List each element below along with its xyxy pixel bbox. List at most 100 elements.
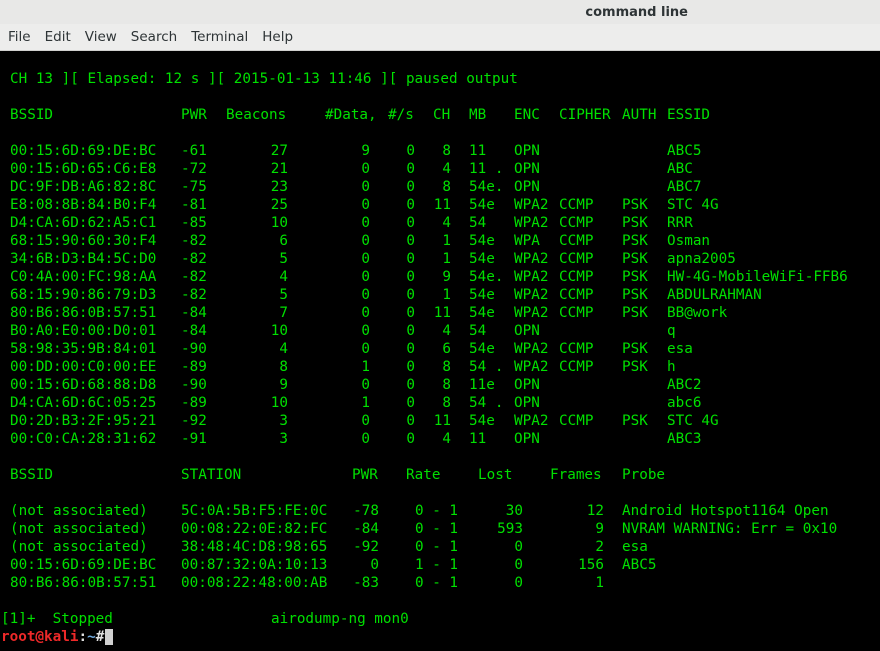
ap-cell-beacons: 3: [279, 413, 288, 429]
ap-cell-pwr: -81: [181, 197, 207, 213]
ap-cell-bssid: 68:15:90:60:30:F4: [10, 233, 157, 249]
ap-cell-beacons: 10: [270, 395, 288, 411]
sta-row: (not associated) 00:08:22:0E:82:FC -84 0 - …: [0, 520, 880, 538]
ap-cell-ch: 9: [442, 269, 451, 285]
ap-cell-enc: WPA2: [514, 305, 549, 321]
sta-header-probe: Probe: [622, 467, 666, 483]
ap-cell-pwr: -82: [181, 233, 207, 249]
ap-cell-rate: 0: [406, 431, 415, 447]
ap-header-beacons: Beacons: [226, 107, 287, 123]
ap-cell-pwr: -90: [181, 377, 207, 393]
ap-cell-pwr: -92: [181, 413, 207, 429]
ap-cell-essid: abc6: [667, 395, 702, 411]
ap-row: 68:15:90:60:30:F4 -82 6 0 0 1 54e WPA CCMP PSK Osm…: [0, 232, 880, 250]
ap-cell-enc: WPA: [514, 233, 540, 249]
ap-cell-ch: 4: [442, 161, 451, 177]
ap-cell-enc: WPA2: [514, 341, 549, 357]
ap-cell-data: 0: [361, 161, 370, 177]
ap-cell-mb: 54e: [469, 233, 495, 249]
window-title: command line: [585, 4, 688, 20]
ap-cell-pwr: -89: [181, 359, 207, 375]
sta-header-pwr: PWR: [352, 467, 378, 483]
sta-cell-station: 38:48:4C:D8:98:65: [181, 539, 328, 555]
ap-cell-data: 1: [361, 395, 370, 411]
ap-cell-cipher: CCMP: [559, 251, 594, 267]
menu-search[interactable]: Search: [124, 24, 184, 51]
ap-cell-data: 0: [361, 197, 370, 213]
ap-cell-data: 0: [361, 341, 370, 357]
ap-cell-essid: STC 4G: [667, 197, 719, 213]
ap-cell-bssid: D0:2D:B3:2F:95:21: [10, 413, 157, 429]
ap-cell-data: 0: [361, 431, 370, 447]
ap-cell-mb: 54: [469, 323, 487, 339]
ap-cell-mb: 11: [469, 431, 487, 447]
sta-cell-bssid: 00:15:6D:69:DE:BC: [10, 557, 157, 573]
ap-cell-beacons: 4: [279, 341, 288, 357]
ap-cell-auth: PSK: [622, 413, 648, 429]
sta-cell-lost: 0: [514, 539, 523, 555]
ap-cell-ch: 1: [442, 233, 451, 249]
shell-prompt[interactable]: root@kali:~#: [1, 628, 114, 646]
ap-cell-data: 9: [361, 143, 370, 159]
ap-cell-rate: 0: [406, 377, 415, 393]
ap-cell-beacons: 5: [279, 251, 288, 267]
ap-cell-essid: HW-4G-MobileWiFi-FFB6: [667, 269, 848, 285]
ap-cell-rate: 0: [406, 413, 415, 429]
menu-view[interactable]: View: [78, 24, 124, 51]
ap-cell-mb: 11e: [469, 377, 495, 393]
ap-cell-pwr: -85: [181, 215, 207, 231]
ap-cell-bssid: 80:B6:86:0B:57:51: [10, 305, 157, 321]
ap-cell-rate: 0: [406, 395, 415, 411]
ap-cell-auth: PSK: [622, 251, 648, 267]
ap-cell-mb: 54 .: [469, 395, 504, 411]
sta-header-row: BSSID STATION PWR Rate Lost Frames Probe: [0, 466, 880, 484]
sta-cell-rate: 1 - 1: [415, 557, 459, 573]
ap-row: B0:A0:E0:00:D0:01 -84 10 0 0 4 54 OPN q: [0, 322, 880, 340]
ap-cell-essid: ABC2: [667, 377, 702, 393]
ap-row: 00:DD:00:C0:00:EE -89 8 1 0 8 54 . WPA2 CCMP PSK h: [0, 358, 880, 376]
menu-terminal[interactable]: Terminal: [184, 24, 255, 51]
ap-cell-essid: ABC3: [667, 431, 702, 447]
ap-row: E8:08:8B:84:B0:F4 -81 25 0 0 11 54e WPA2 CCMP PSK…: [0, 196, 880, 214]
ap-cell-enc: OPN: [514, 179, 540, 195]
ap-header-pwr: PWR: [181, 107, 207, 123]
ap-header-bssid: BSSID: [10, 107, 54, 123]
ap-cell-pwr: -72: [181, 161, 207, 177]
ap-cell-data: 0: [361, 269, 370, 285]
ap-row: 00:15:6D:65:C6:E8 -72 21 0 0 4 11 . OPN ABC: [0, 160, 880, 178]
ap-cell-ch: 1: [442, 287, 451, 303]
ap-cell-enc: OPN: [514, 395, 540, 411]
ap-cell-rate: 0: [406, 251, 415, 267]
sta-header-station: STATION: [181, 467, 242, 483]
menu-file[interactable]: File: [1, 24, 38, 51]
ap-cell-pwr: -75: [181, 179, 207, 195]
sta-cell-rate: 0 - 1: [415, 521, 459, 537]
ap-cell-enc: OPN: [514, 431, 540, 447]
ap-cell-enc: WPA2: [514, 269, 549, 285]
menu-edit[interactable]: Edit: [38, 24, 78, 51]
ap-cell-essid: h: [667, 359, 676, 375]
ap-cell-bssid: D4:CA:6D:62:A5:C1: [10, 215, 157, 231]
ap-cell-beacons: 5: [279, 287, 288, 303]
ap-cell-essid: apna2005: [667, 251, 736, 267]
ap-cell-rate: 0: [406, 359, 415, 375]
sta-header-lost: Lost: [478, 467, 513, 483]
ap-cell-beacons: 3: [279, 431, 288, 447]
sta-row: (not associated) 5C:0A:5B:F5:FE:0C -78 0 - …: [0, 502, 880, 520]
sta-cell-probe: esa: [622, 539, 648, 555]
window-titlebar[interactable]: command line: [0, 0, 880, 24]
ap-cell-ch: 11: [433, 305, 451, 321]
ap-cell-rate: 0: [406, 341, 415, 357]
sta-cell-bssid: (not associated): [10, 539, 148, 555]
ap-row: 00:15:6D:69:DE:BC -61 27 9 0 8 11 OPN ABC5: [0, 142, 880, 160]
menu-help[interactable]: Help: [255, 24, 300, 51]
ap-cell-cipher: CCMP: [559, 341, 594, 357]
ap-row: D4:CA:6D:62:A5:C1 -85 10 0 0 4 54 WPA2 CCMP PSK RR…: [0, 214, 880, 232]
ap-cell-cipher: CCMP: [559, 413, 594, 429]
sta-cell-station: 00:08:22:48:00:AB: [181, 575, 328, 591]
terminal-output[interactable]: CH 13 ][ Elapsed: 12 s ][ 2015-01-13 11:…: [0, 51, 880, 651]
ap-cell-pwr: -91: [181, 431, 207, 447]
ap-cell-enc: WPA2: [514, 359, 549, 375]
ap-cell-essid: q: [667, 323, 676, 339]
ap-cell-auth: PSK: [622, 197, 648, 213]
